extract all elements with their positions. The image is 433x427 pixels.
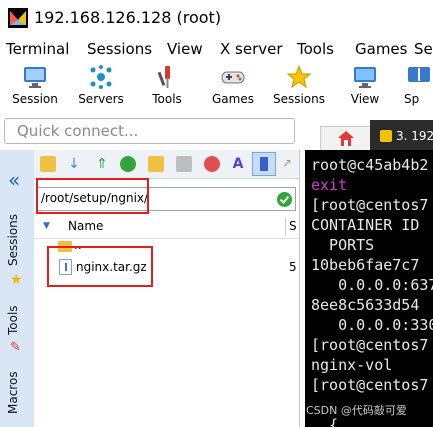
gamepad-icon: [221, 71, 245, 84]
download-arrow-icon[interactable]: ↓: [66, 156, 82, 172]
delete-icon[interactable]: [204, 156, 220, 172]
tools-label: Tools: [152, 92, 182, 106]
parent-folder-icon[interactable]: [40, 156, 56, 172]
side-tab-sessions[interactable]: Sessions: [6, 214, 20, 266]
games-button[interactable]: Games: [202, 64, 264, 114]
quick-connect-input[interactable]: Quick connect...: [4, 118, 295, 144]
menu-view[interactable]: View: [167, 40, 203, 58]
terminal-line: [root@centos7: [311, 376, 429, 394]
menu-settings[interactable]: Se: [414, 40, 433, 58]
side-tab-tools[interactable]: Tools: [6, 305, 20, 335]
follow-terminal-toggle[interactable]: [252, 152, 276, 176]
new-folder-icon[interactable]: [148, 156, 164, 172]
session-label: Session: [12, 92, 58, 106]
terminal-line: CONTAINER ID: [311, 216, 420, 234]
window-title: 192.168.126.128 (root): [34, 8, 222, 27]
terminal-tab-icon: [380, 130, 392, 142]
sessions-label: Sessions: [272, 92, 326, 106]
terminal-follow-icon: [260, 157, 268, 171]
session-button[interactable]: Session: [4, 64, 66, 114]
file-size: 5: [289, 260, 297, 274]
menu-sessions[interactable]: Sessions: [87, 40, 152, 58]
terminal-line: root@c45ab4b2: [311, 156, 429, 174]
tools-screwdriver-icon: [157, 66, 170, 88]
path-confirm-check-icon[interactable]: [277, 192, 292, 207]
games-label: Games: [212, 92, 254, 106]
split-icon: [407, 67, 430, 82]
tools-wrench-icon: ✎: [10, 340, 21, 355]
side-tab-macros[interactable]: Macros: [6, 371, 20, 414]
refresh-icon[interactable]: [120, 156, 136, 172]
column-separator: [285, 218, 286, 236]
menu-x-server[interactable]: X server: [220, 40, 283, 58]
monitor-icon: [24, 67, 46, 88]
sessions-star-icon: ★: [10, 272, 23, 288]
upload-arrow-icon[interactable]: ⇑: [94, 156, 110, 172]
menu-games[interactable]: Games: [355, 40, 407, 58]
terminal-line: [root@centos7: [311, 196, 429, 214]
rename-icon[interactable]: A: [230, 156, 246, 172]
terminal-tab-label: 3. 192: [396, 129, 433, 143]
mobaxterm-logo-icon: [8, 8, 28, 28]
terminal-line: 10beb6fae7c7: [311, 256, 420, 274]
highlight-box-file: [47, 246, 153, 287]
terminal-line: 0.0.0.0:330: [311, 316, 433, 334]
column-size-header[interactable]: S: [289, 219, 297, 233]
home-icon: [338, 131, 354, 146]
terminal-line: 8ee8c5633d54: [311, 296, 420, 314]
view-monitor-icon: [354, 67, 376, 88]
menu-terminal[interactable]: Terminal: [6, 40, 69, 58]
sort-down-icon: ▼: [43, 221, 50, 231]
collapse-double-chevron-icon[interactable]: «: [8, 168, 20, 192]
servers-button[interactable]: Servers: [70, 64, 132, 114]
column-name-header[interactable]: Name: [68, 219, 103, 233]
menu-tools[interactable]: Tools: [297, 40, 334, 58]
terminal-line: 0.0.0.0:637: [311, 276, 433, 294]
split-label: Sp: [404, 92, 420, 106]
terminal-line: nginx-vol: [311, 356, 393, 374]
highlight-box-path: [36, 178, 149, 214]
split-button[interactable]: Sp: [404, 64, 433, 114]
sessions-button[interactable]: Sessions: [268, 64, 330, 114]
star-icon: [286, 64, 312, 89]
more-tools-icon[interactable]: ↗: [282, 156, 298, 172]
terminal-line: PORTS: [311, 236, 375, 254]
tab-home[interactable]: [320, 126, 372, 151]
tools-button[interactable]: Tools: [136, 64, 198, 114]
view-label: View: [350, 92, 380, 106]
servers-label: Servers: [78, 92, 124, 106]
watermark: CSDN @代码敲可爱: [306, 404, 407, 417]
terminal-line: [root@centos7: [311, 336, 429, 354]
terminal-line: exit: [311, 176, 348, 194]
terminal-output[interactable]: root@c45ab4b2 exit [root@centos7 CONTAIN…: [305, 150, 433, 427]
new-file-icon[interactable]: [176, 156, 192, 172]
servers-network-icon: [90, 65, 112, 89]
view-button[interactable]: View: [334, 64, 396, 114]
